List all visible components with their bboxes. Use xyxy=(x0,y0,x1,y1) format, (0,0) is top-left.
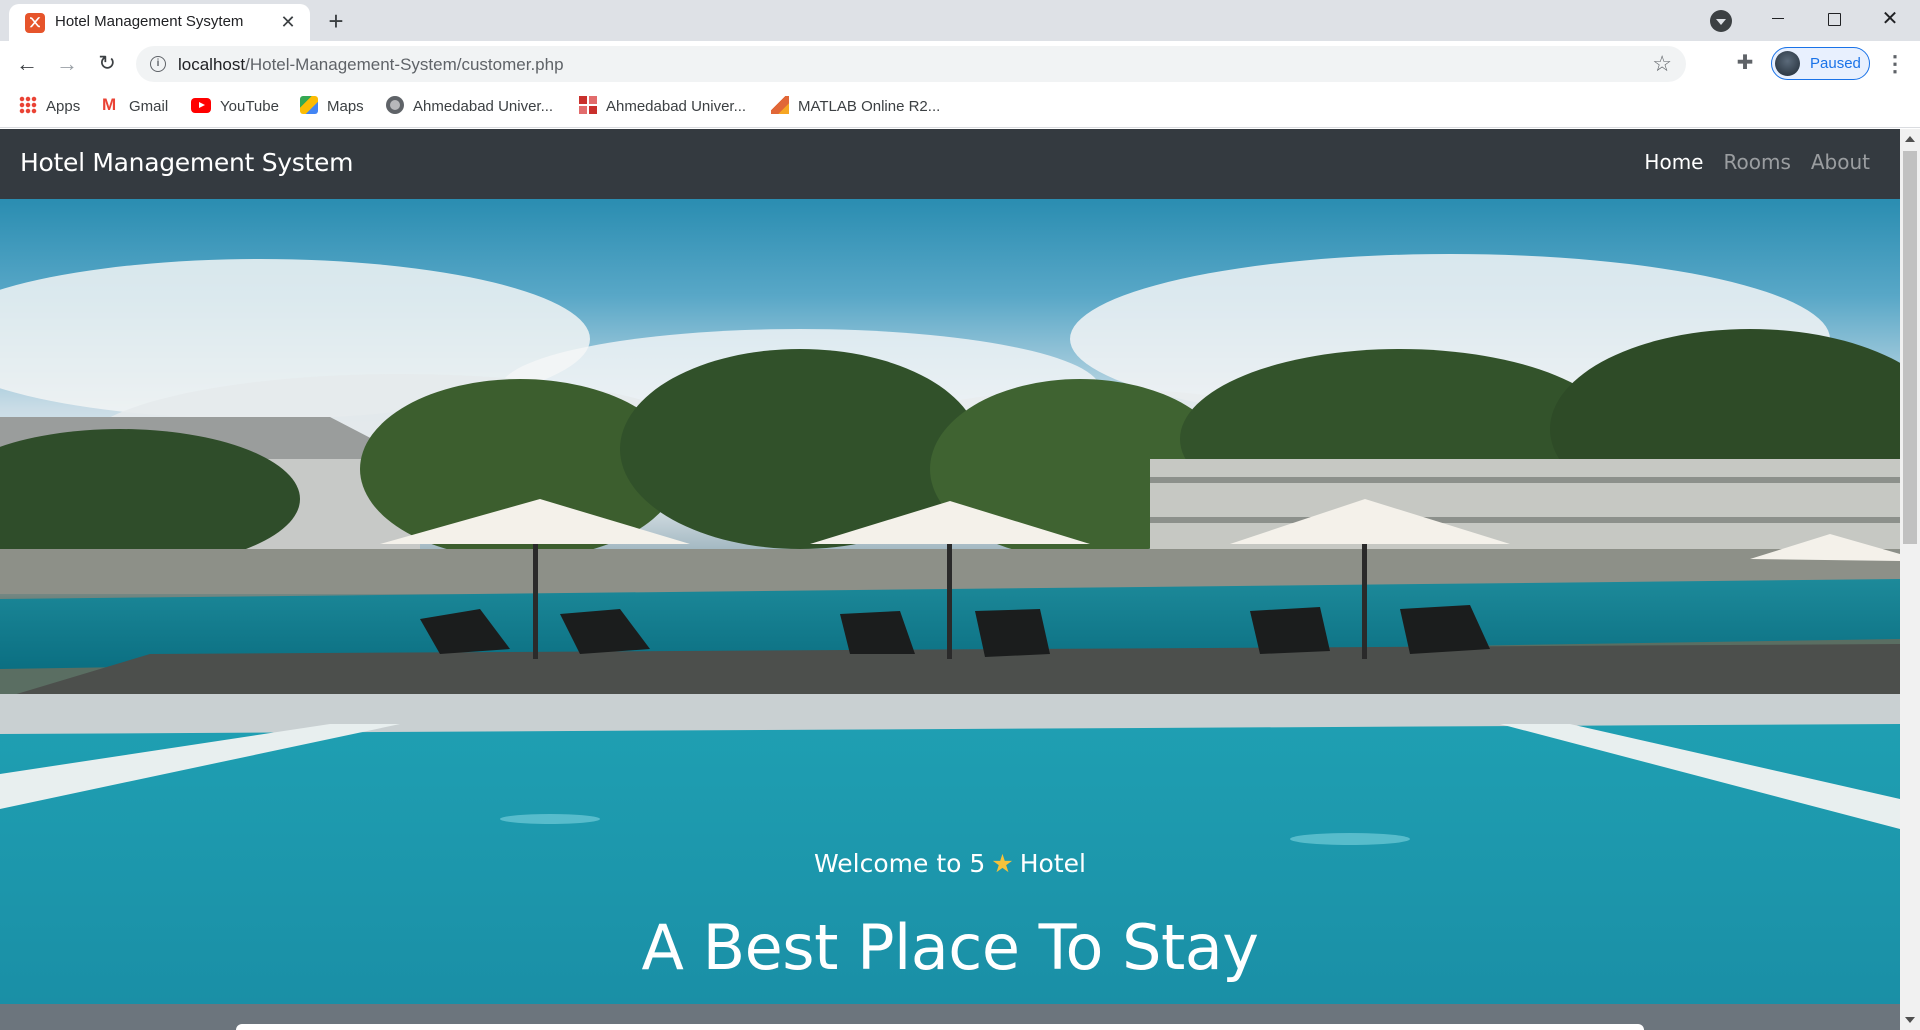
profile-button[interactable]: Paused xyxy=(1771,47,1870,80)
bookmark-label: MATLAB Online R2... xyxy=(798,98,941,115)
site-brand[interactable]: Hotel Management System xyxy=(20,148,353,177)
new-tab-button[interactable]: + xyxy=(322,8,350,36)
globe-icon xyxy=(386,96,404,114)
maps-icon xyxy=(300,96,318,114)
address-bar[interactable]: i localhost/Hotel-Management-System/cust… xyxy=(136,46,1686,82)
bookmark-apps[interactable]: Apps xyxy=(19,95,80,119)
bookmarks-bar: Apps Gmail YouTube Maps Ahmedabad Univer… xyxy=(0,86,1920,128)
extensions-puzzle-icon[interactable]: ✚ xyxy=(1733,51,1757,75)
bookmark-label: Ahmedabad Univer... xyxy=(606,98,747,115)
bookmark-label: Apps xyxy=(46,98,81,115)
nav-link-about[interactable]: About xyxy=(1811,150,1870,174)
matlab-icon xyxy=(771,96,789,114)
bookmark-gmail[interactable]: Gmail xyxy=(102,93,169,119)
bookmark-matlab[interactable]: MATLAB Online R2... xyxy=(771,95,940,119)
browser-toolbar: ← → ↻ i localhost/Hotel-Management-Syste… xyxy=(0,41,1920,86)
bookmark-label: Ahmedabad Univer... xyxy=(413,98,554,115)
profile-status-label: Paused xyxy=(1810,55,1861,72)
bookmark-youtube[interactable]: YouTube xyxy=(191,95,279,119)
below-hero-section xyxy=(0,1004,1900,1030)
tab-strip: ᙭ Hotel Management Sysytem ✕ + ✕ xyxy=(0,0,1920,41)
scroll-up-arrow-icon[interactable] xyxy=(1905,136,1915,142)
hotel-pool-image xyxy=(0,254,1900,1004)
bookmark-star-icon[interactable]: ☆ xyxy=(1652,51,1672,77)
hero-banner: Welcome to 5 ★ Hotel A Best Place To Stay xyxy=(0,199,1900,1004)
page-scrollbar[interactable] xyxy=(1900,129,1920,1030)
scrollbar-thumb[interactable] xyxy=(1903,151,1917,544)
grid-icon xyxy=(579,96,597,114)
back-arrow-icon[interactable]: ← xyxy=(12,49,42,79)
page-viewport: Hotel Management System Home Rooms About xyxy=(0,129,1900,1030)
bookmark-ahmedabad-1[interactable]: Ahmedabad Univer... xyxy=(386,95,553,119)
url-text[interactable]: localhost/Hotel-Management-System/custom… xyxy=(178,55,564,75)
maximize-button[interactable] xyxy=(1806,0,1862,41)
star-icon: ★ xyxy=(991,849,1014,878)
avatar xyxy=(1775,51,1800,76)
bookmark-label: Maps xyxy=(327,98,364,115)
browser-menu-icon[interactable]: ⋮ xyxy=(1884,49,1906,79)
youtube-icon xyxy=(191,98,211,113)
nav-links: Home Rooms About xyxy=(1644,150,1870,174)
apps-icon xyxy=(19,96,37,114)
forward-arrow-icon[interactable]: → xyxy=(52,49,82,79)
bookmark-label: Gmail xyxy=(129,98,169,115)
hero-welcome-text: Welcome to 5 ★ Hotel xyxy=(0,849,1900,878)
tab-close-icon[interactable]: ✕ xyxy=(276,10,300,34)
scroll-down-arrow-icon[interactable] xyxy=(1905,1017,1915,1023)
nav-link-rooms[interactable]: Rooms xyxy=(1723,150,1790,174)
nav-link-home[interactable]: Home xyxy=(1644,150,1703,174)
url-path: /Hotel-Management-System/customer.php xyxy=(245,55,564,74)
gmail-icon xyxy=(102,93,120,117)
tab-title: Hotel Management Sysytem xyxy=(55,13,244,30)
site-navbar: Hotel Management System Home Rooms About xyxy=(0,129,1900,199)
site-info-icon[interactable]: i xyxy=(150,56,166,72)
url-host: localhost xyxy=(178,55,246,74)
tab-search-icon[interactable] xyxy=(1710,10,1732,32)
close-window-button[interactable]: ✕ xyxy=(1862,0,1918,41)
hero-title: A Best Place To Stay xyxy=(641,911,1260,984)
booking-card-edge xyxy=(236,1024,1644,1030)
xampp-favicon-icon: ᙭ xyxy=(25,13,45,33)
browser-tab[interactable]: ᙭ Hotel Management Sysytem ✕ xyxy=(9,4,310,41)
welcome-prefix: Welcome to 5 xyxy=(814,849,986,878)
bookmark-ahmedabad-2[interactable]: Ahmedabad Univer... xyxy=(579,95,746,119)
bookmark-maps[interactable]: Maps xyxy=(300,95,364,119)
minimize-button[interactable] xyxy=(1750,0,1806,41)
welcome-suffix: Hotel xyxy=(1019,849,1086,878)
reload-icon[interactable]: ↻ xyxy=(92,49,122,79)
bookmark-label: YouTube xyxy=(220,98,279,115)
